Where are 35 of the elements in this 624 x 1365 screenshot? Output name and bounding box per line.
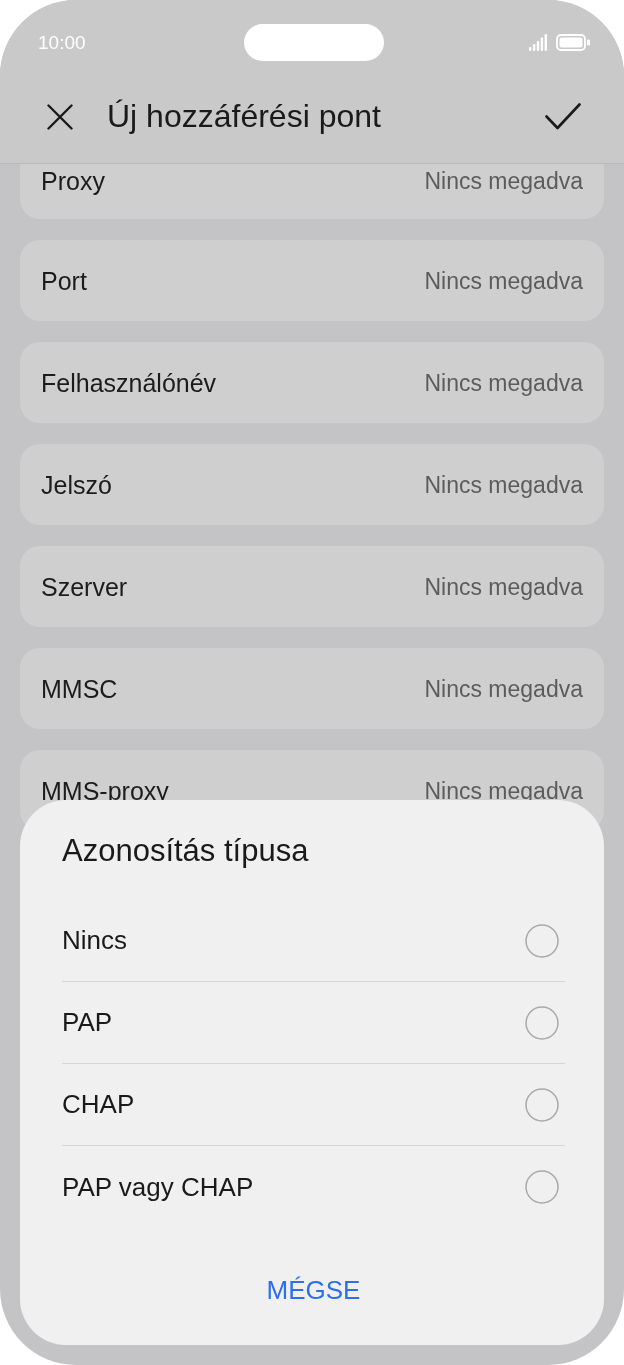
radio-button[interactable]: [525, 1005, 559, 1040]
setting-label: Proxy: [41, 166, 105, 196]
battery-icon: [556, 34, 590, 51]
dialog-title: Azonosítás típusa: [62, 832, 309, 870]
signal-icon: [529, 34, 547, 51]
setting-value: Nincs megadva: [424, 674, 583, 704]
option-label: Nincs: [62, 925, 127, 956]
setting-label: Felhasználónév: [41, 367, 217, 398]
setting-label: MMSC: [41, 673, 118, 704]
radio-button[interactable]: [525, 1087, 559, 1122]
setting-label: Jelszó: [41, 469, 112, 500]
setting-value: Nincs megadva: [424, 572, 583, 602]
setting-label: Port: [41, 265, 87, 296]
setting-card[interactable]: Jelszó Nincs megadva: [20, 444, 604, 525]
checkmark-icon[interactable]: [545, 103, 581, 130]
setting-card[interactable]: Felhasználónév Nincs megadva: [20, 342, 604, 423]
radio-button[interactable]: [525, 1170, 559, 1204]
setting-card[interactable]: Szerver Nincs megadva: [20, 546, 604, 627]
setting-label: Szerver: [41, 571, 128, 602]
option-label: PAP: [62, 1007, 113, 1038]
option-label: PAP vagy CHAP: [62, 1171, 254, 1203]
close-icon[interactable]: [47, 103, 73, 130]
setting-card[interactable]: Port Nincs megadva: [20, 240, 604, 321]
cancel-button[interactable]: MÉGSE: [246, 1265, 381, 1315]
setting-value: Nincs megadva: [424, 776, 583, 806]
page-title: Új hozzáférési pont: [107, 98, 381, 135]
setting-value: Nincs megadva: [424, 368, 583, 398]
setting-value: Nincs megadva: [424, 470, 583, 500]
setting-card[interactable]: MMSC Nincs megadva: [20, 648, 604, 729]
radio-button[interactable]: [525, 923, 559, 958]
setting-value: Nincs megadva: [424, 167, 583, 196]
option-label: CHAP: [62, 1089, 135, 1120]
setting-value: Nincs megadva: [424, 266, 583, 296]
setting-card[interactable]: Proxy Nincs megadva: [20, 164, 604, 219]
setting-label: MMS-proxy: [41, 775, 169, 806]
